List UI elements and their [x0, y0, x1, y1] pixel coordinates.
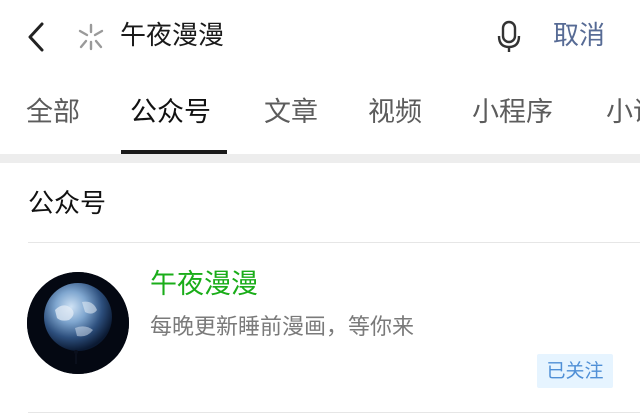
tab-mini-programs[interactable]: 小程序 [472, 94, 553, 132]
account-description: 每晚更新睡前漫画，等你来 [150, 315, 415, 340]
search-tabs: 全部 公众号 文章 视频 小程序 小说 [0, 74, 640, 154]
section-divider [0, 154, 640, 163]
tab-novels[interactable]: 小说 [606, 94, 640, 132]
tab-videos[interactable]: 视频 [368, 94, 422, 132]
tab-official-accounts[interactable]: 公众号 [130, 94, 211, 132]
tab-all[interactable]: 全部 [26, 94, 80, 132]
avatar[interactable] [27, 272, 129, 374]
divider [28, 242, 640, 243]
search-input[interactable]: 午夜漫漫 [120, 18, 224, 54]
divider [28, 412, 640, 413]
account-name[interactable]: 午夜漫漫 [150, 266, 258, 304]
tab-articles[interactable]: 文章 [264, 94, 318, 132]
back-arrow-icon[interactable] [22, 20, 52, 54]
cancel-button[interactable]: 取消 [553, 18, 605, 54]
search-bar: 午夜漫漫 取消 [0, 0, 640, 74]
wechat-search-icon [78, 23, 104, 51]
section-title: 公众号 [28, 189, 107, 219]
followed-badge: 已关注 [537, 354, 613, 388]
microphone-icon[interactable] [495, 20, 523, 54]
